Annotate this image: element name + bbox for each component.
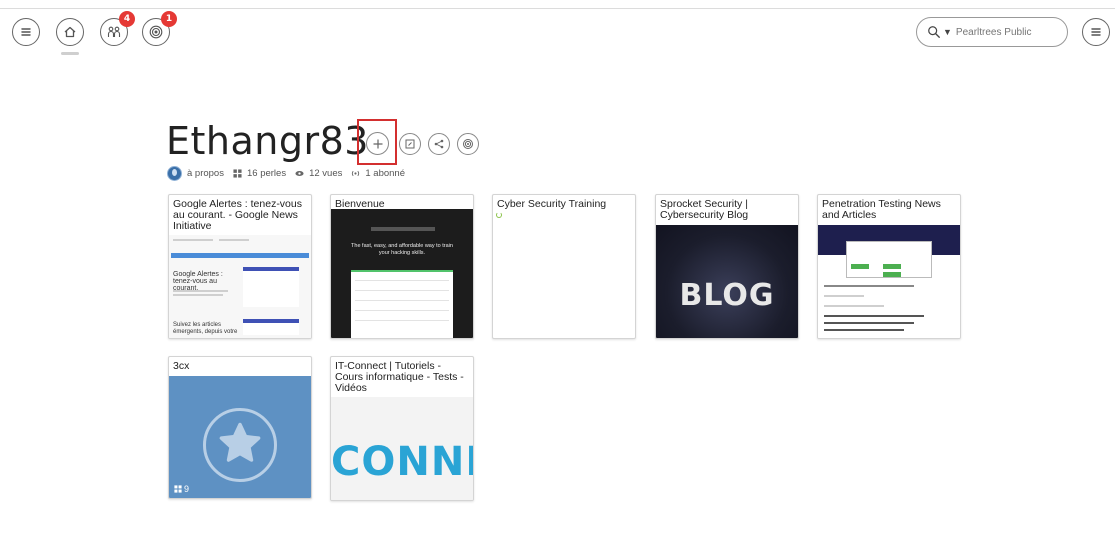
thumb-line: [173, 290, 228, 292]
home-button[interactable]: [56, 18, 84, 46]
thumb-line: [824, 285, 914, 287]
thumb-panel: [351, 270, 453, 338]
edit-button[interactable]: [399, 133, 421, 155]
pearl-count-value: 9: [184, 484, 190, 494]
plus-icon: [373, 139, 382, 148]
thumb-modal: [846, 241, 932, 278]
thumb-line: [824, 329, 904, 331]
pearls-icon: [174, 485, 182, 493]
thumb-row: [355, 310, 449, 311]
team-icon: [107, 26, 121, 37]
broadcast-icon: [149, 25, 163, 39]
thumb-line: [824, 315, 924, 317]
menu-icon: [1091, 28, 1101, 36]
pearl-card-penetration-testing[interactable]: Penetration Testing News and Articles: [817, 194, 961, 339]
thumb-row: [355, 290, 449, 291]
views-count: 12 vues: [309, 168, 343, 179]
eye-icon: [295, 170, 304, 177]
thumb-line: [824, 322, 914, 324]
about-link[interactable]: à propos: [187, 168, 224, 179]
thumb-connect-word: CONNEC: [331, 439, 473, 485]
thumb-footer: Suivez les articles émergents, depuis vo…: [173, 322, 238, 335]
add-button[interactable]: [366, 132, 389, 155]
main-menu-button[interactable]: [1082, 18, 1110, 46]
thumb-line: [824, 295, 864, 297]
pearls-count: 16 perles: [246, 168, 287, 179]
home-icon: [64, 26, 76, 38]
thumb-panel: [243, 319, 299, 335]
thumb-button: [851, 264, 869, 269]
card-thumbnail: BLOG: [656, 225, 798, 338]
card-title: Cyber Security Training: [497, 198, 607, 210]
thumb-button: [883, 272, 901, 277]
pearl-count: 9: [174, 484, 189, 494]
pearl-card-google-alertes[interactable]: Google Alertes : tenez-vous au courant. …: [168, 194, 312, 339]
thumb-row: [355, 320, 449, 321]
edit-icon: [405, 139, 415, 149]
card-thumbnail: Google Alertes : tenez-vous au courant. …: [169, 235, 311, 338]
thumb-line: [173, 239, 213, 241]
team-badge: 4: [119, 11, 135, 27]
thumb-nav-bar: [171, 253, 309, 258]
thumb-tagline: The fast, easy, and affordable way to tr…: [351, 243, 453, 256]
thumb-line: [219, 239, 249, 241]
card-thumbnail: The fast, easy, and affordable way to tr…: [331, 209, 473, 338]
card-title: 3cx: [173, 360, 190, 372]
notifications-button[interactable]: 1: [142, 11, 177, 46]
thumb-line: [173, 294, 223, 296]
card-title: Sprocket Security | Cybersecurity Blog: [660, 198, 749, 221]
target-icon: [463, 139, 473, 149]
top-divider: [0, 8, 1115, 9]
share-button[interactable]: [428, 133, 450, 155]
search-box[interactable]: ▼: [916, 17, 1068, 47]
thumb-button: [883, 264, 901, 269]
search-input[interactable]: [955, 26, 1056, 38]
pearls-icon: [233, 169, 242, 178]
card-title: IT-Connect | Tutoriels - Cours informati…: [335, 360, 464, 394]
broadcast-button[interactable]: [457, 133, 479, 155]
card-thumbnail: [818, 225, 960, 338]
broadcast-icon: [352, 170, 360, 177]
card-title: Google Alertes : tenez-vous au courant. …: [173, 198, 302, 232]
home-active-indicator: [61, 52, 79, 55]
pearl-card-cyber-security-training[interactable]: Cyber Security Training: [492, 194, 636, 339]
menu-button[interactable]: [12, 18, 40, 46]
thumb-blog-word: BLOG: [679, 278, 775, 313]
search-icon: [928, 26, 940, 38]
thumb-panel: [243, 267, 299, 307]
search-scope-caret[interactable]: ▼: [943, 27, 952, 37]
star-icon: [219, 422, 261, 462]
loading-spinner-icon: [496, 212, 502, 218]
thumb-row: [355, 280, 449, 281]
add-highlight-frame: [357, 119, 397, 165]
card-thumbnail: 9: [169, 376, 311, 498]
avatar[interactable]: [167, 166, 182, 181]
thumb-heading: Google Alertes : tenez-vous au courant.: [173, 271, 223, 292]
card-thumbnail: CONNEC: [331, 397, 473, 500]
menu-icon: [21, 28, 31, 36]
thumb-row: [355, 300, 449, 301]
thumb-flag-row: [371, 227, 435, 231]
notifications-badge: 1: [161, 11, 177, 27]
pearl-card-it-connect[interactable]: IT-Connect | Tutoriels - Cours informati…: [330, 356, 474, 501]
profile-meta: à propos 16 perles 12 vues 1 abonné: [167, 166, 405, 181]
share-icon: [434, 139, 444, 149]
card-title: Penetration Testing News and Articles: [822, 198, 941, 221]
subscribers-count[interactable]: 1 abonné: [365, 168, 405, 179]
pearl-card-sprocket-security[interactable]: Sprocket Security | Cybersecurity Blog B…: [655, 194, 799, 339]
pearl-card-bienvenue[interactable]: Bienvenue The fast, easy, and affordable…: [330, 194, 474, 339]
collection-card-3cx[interactable]: 3cx 9: [168, 356, 312, 499]
thumb-line: [824, 305, 884, 307]
team-button[interactable]: 4: [100, 11, 135, 46]
page-title: Ethangr83: [166, 119, 369, 163]
